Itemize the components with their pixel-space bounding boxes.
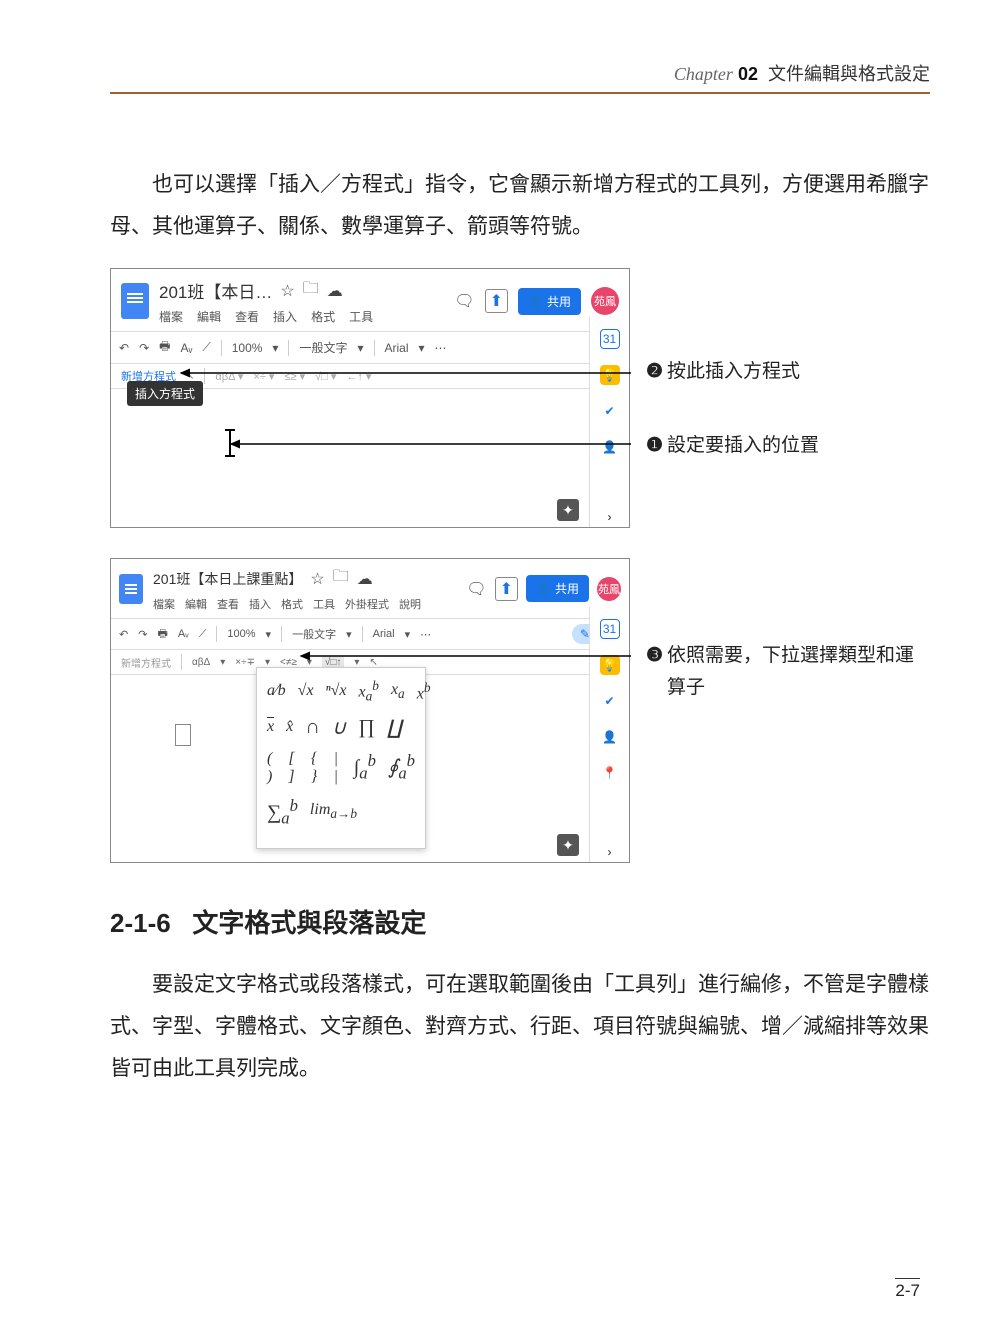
menu-edit[interactable]: 編輯 xyxy=(197,308,221,325)
heading-num: 2-1-6 xyxy=(110,908,171,938)
tasks-icon[interactable]: ✔ xyxy=(600,691,620,711)
eq-arrow[interactable]: ←↑ ▾ xyxy=(346,370,371,383)
side-panel: 31 💡 ✔ 👤 📍 › xyxy=(589,607,629,862)
share-button[interactable]: 👤 共用 xyxy=(526,575,589,602)
menu-file[interactable]: 檔案 xyxy=(153,596,175,612)
menu-format[interactable]: 格式 xyxy=(311,308,335,325)
font-dropdown[interactable]: Arial xyxy=(373,628,395,640)
cloud-icon[interactable]: ☁ xyxy=(327,281,343,301)
more-icon[interactable]: ⋯ xyxy=(435,341,447,355)
spell-icon[interactable]: Aᵥ xyxy=(180,341,192,355)
side-panel: 31 💡 ✔ 👤 › xyxy=(589,317,629,527)
chapter-num: 02 xyxy=(738,64,758,84)
calendar-icon[interactable]: 31 xyxy=(600,619,620,639)
eq-greek[interactable]: αβΔ xyxy=(192,657,210,668)
redo-icon[interactable]: ↷ xyxy=(139,341,149,355)
redo-icon[interactable]: ↷ xyxy=(138,628,147,641)
cloud-icon[interactable]: ☁ xyxy=(357,569,373,589)
menu-insert[interactable]: 插入 xyxy=(273,308,297,325)
chapter-title: 文件編輯與格式設定 xyxy=(768,64,930,84)
menu-tools[interactable]: 工具 xyxy=(349,308,373,325)
explore-icon[interactable]: ✦ xyxy=(557,834,579,856)
present-icon[interactable]: ⬆ xyxy=(485,289,508,313)
menu-insert[interactable]: 插入 xyxy=(249,596,271,612)
zoom-dropdown[interactable]: 100% xyxy=(232,341,263,355)
eq-greek[interactable]: αβΔ ▾ xyxy=(215,370,243,383)
docs-logo-icon[interactable] xyxy=(119,574,143,604)
share-button[interactable]: 👤 共用 xyxy=(518,288,581,315)
text-cursor xyxy=(229,429,231,457)
move-icon[interactable]: 🗀 xyxy=(333,565,349,592)
comment-history-icon[interactable]: 🗨 xyxy=(454,291,474,311)
paragraph-1: 也可以選擇「插入／方程式」指令，它會顯示新增方程式的工具列，方便選用希臘字母、其… xyxy=(110,164,930,248)
doc-title[interactable]: 201班【本日上課重點】 xyxy=(153,569,302,589)
new-equation-button[interactable]: 新增方程式 xyxy=(121,655,171,670)
chapter-header: Chapter 02 文件編輯與格式設定 xyxy=(110,60,930,86)
spell-icon[interactable]: Aᵥ xyxy=(178,628,189,640)
maps-icon[interactable]: 📍 xyxy=(600,763,620,783)
equation-tooltip: 插入方程式 xyxy=(127,381,203,406)
page-number: 2-7 xyxy=(895,1278,920,1301)
eq-math[interactable]: √□ ▾ xyxy=(315,370,336,383)
more-icon[interactable]: ⋯ xyxy=(420,628,431,641)
menu-view[interactable]: 查看 xyxy=(235,308,259,325)
callout-text-3: 依照需要，下拉選擇類型和運算子 xyxy=(667,640,930,705)
print-icon[interactable]: 🖶 xyxy=(159,337,170,358)
paint-icon[interactable]: ⟋ xyxy=(199,628,207,641)
avatar[interactable]: 苑鳳 xyxy=(597,577,621,601)
move-icon[interactable]: 🗀 xyxy=(303,277,319,304)
contacts-icon[interactable]: 👤 xyxy=(600,727,620,747)
section-heading: 2-1-6 文字格式與段落設定 xyxy=(110,903,930,940)
eq-ops[interactable]: ×÷ ▾ xyxy=(253,370,274,383)
math-operator-dropdown[interactable]: a⁄b√xⁿ√xxabxaxb xx̂∩∪∏∐ ( )[ ]{ }| |∫ab∮… xyxy=(256,667,426,849)
tasks-icon[interactable]: ✔ xyxy=(600,401,620,421)
menu-help[interactable]: 說明 xyxy=(399,596,421,612)
callout-text-1: 設定要插入的位置 xyxy=(667,430,819,462)
toolbar: ↶ ↷ 🖶 Aᵥ ⟋ 100%▾ 一般文字▾ Arial▾ ⋯ ✎ ▾ ˆ xyxy=(111,618,629,650)
keep-icon[interactable]: 💡 xyxy=(600,365,620,385)
explore-icon[interactable]: ✦ xyxy=(557,499,579,521)
chapter-prefix: Chapter xyxy=(674,64,733,84)
docs-logo-icon[interactable] xyxy=(121,283,149,319)
show-side-icon[interactable]: › xyxy=(600,842,620,862)
text-cursor-box xyxy=(175,724,191,746)
paint-icon[interactable]: ⟋ xyxy=(202,340,210,355)
font-dropdown[interactable]: Arial xyxy=(385,341,409,355)
star-icon[interactable]: ☆ xyxy=(310,569,324,589)
heading-title: 文字格式與段落設定 xyxy=(192,908,426,938)
doc-title[interactable]: 201班【本日… xyxy=(159,278,272,303)
menu-edit[interactable]: 編輯 xyxy=(185,596,207,612)
avatar[interactable]: 苑鳳 xyxy=(591,287,619,315)
keep-icon[interactable]: 💡 xyxy=(600,655,620,675)
callout-num-2: ❷ xyxy=(646,356,663,388)
comment-history-icon[interactable]: 🗨 xyxy=(466,579,486,599)
style-dropdown[interactable]: 一般文字 xyxy=(292,626,336,642)
menu-format[interactable]: 格式 xyxy=(281,596,303,612)
calendar-icon[interactable]: 31 xyxy=(600,329,620,349)
menu-view[interactable]: 查看 xyxy=(217,596,239,612)
header-rule xyxy=(110,92,930,94)
present-icon[interactable]: ⬆ xyxy=(495,577,518,601)
style-dropdown[interactable]: 一般文字 xyxy=(299,339,347,356)
eq-rel[interactable]: <≠≥ xyxy=(280,657,297,668)
callout-num-1: ❶ xyxy=(646,430,663,462)
print-icon[interactable]: 🖶 xyxy=(157,625,167,644)
paragraph-2: 要設定文字格式或段落樣式，可在選取範圍後由「工具列」進行編修，不管是字體樣式、字… xyxy=(110,964,930,1090)
callout-num-3: ❸ xyxy=(646,640,663,672)
callout-text-2: 按此插入方程式 xyxy=(667,356,800,388)
eq-ops[interactable]: ×÷∓ xyxy=(235,657,255,668)
zoom-dropdown[interactable]: 100% xyxy=(227,628,255,640)
undo-icon[interactable]: ↶ xyxy=(119,341,129,355)
menu-file[interactable]: 檔案 xyxy=(159,308,183,325)
menu-tools[interactable]: 工具 xyxy=(313,596,335,612)
toolbar: ↶ ↷ 🖶 Aᵥ ⟋ 100%▾ 一般文字▾ Arial ▾ ⋯ xyxy=(111,331,629,364)
show-side-icon[interactable]: › xyxy=(600,507,620,527)
screenshot-2: 201班【本日上課重點】 ☆ 🗀 ☁ 檔案 編輯 查看 插入 格式 工具 外掛程… xyxy=(110,558,630,863)
contacts-icon[interactable]: 👤 xyxy=(600,437,620,457)
screenshot-1: 201班【本日… ☆ 🗀 ☁ 檔案 編輯 查看 插入 格式 工具 xyxy=(110,268,630,528)
star-icon[interactable]: ☆ xyxy=(280,281,294,301)
eq-rel[interactable]: ≤≥ ▾ xyxy=(284,370,305,383)
undo-icon[interactable]: ↶ xyxy=(119,628,128,641)
menu-addons[interactable]: 外掛程式 xyxy=(345,596,389,612)
